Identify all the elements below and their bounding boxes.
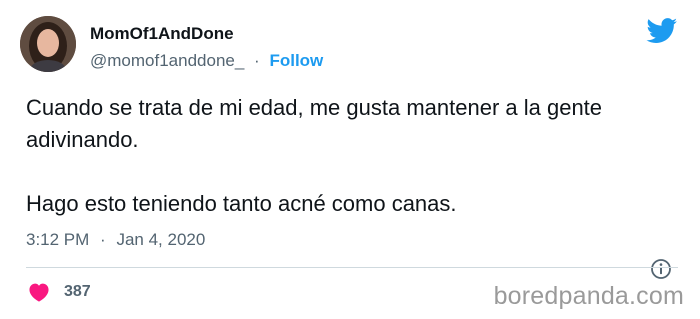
watermark: boredpanda.com [493,282,684,310]
follow-button[interactable]: Follow [269,51,323,70]
tweet-date[interactable]: Jan 4, 2020 [116,230,205,249]
heart-icon [29,283,49,302]
display-name[interactable]: MomOf1AndDone [90,23,234,45]
like-count: 387 [64,283,91,300]
user-handle[interactable]: @momof1anddone_ [90,51,244,70]
handle-separator: · [254,51,260,70]
tweet-time[interactable]: 3:12 PM [26,230,89,249]
tweet-meta: 3:12 PM · Jan 4, 2020 [26,229,205,251]
like-button[interactable]: 387 [28,281,91,303]
avatar[interactable] [20,16,76,72]
info-icon[interactable] [650,258,672,280]
tweet-text: Cuando se trata de mi edad, me gusta man… [26,95,603,216]
meta-separator: · [100,230,106,249]
divider [26,267,678,268]
twitter-bird-icon[interactable] [646,18,678,44]
handle-line: @momof1anddone_ · Follow [90,50,323,72]
